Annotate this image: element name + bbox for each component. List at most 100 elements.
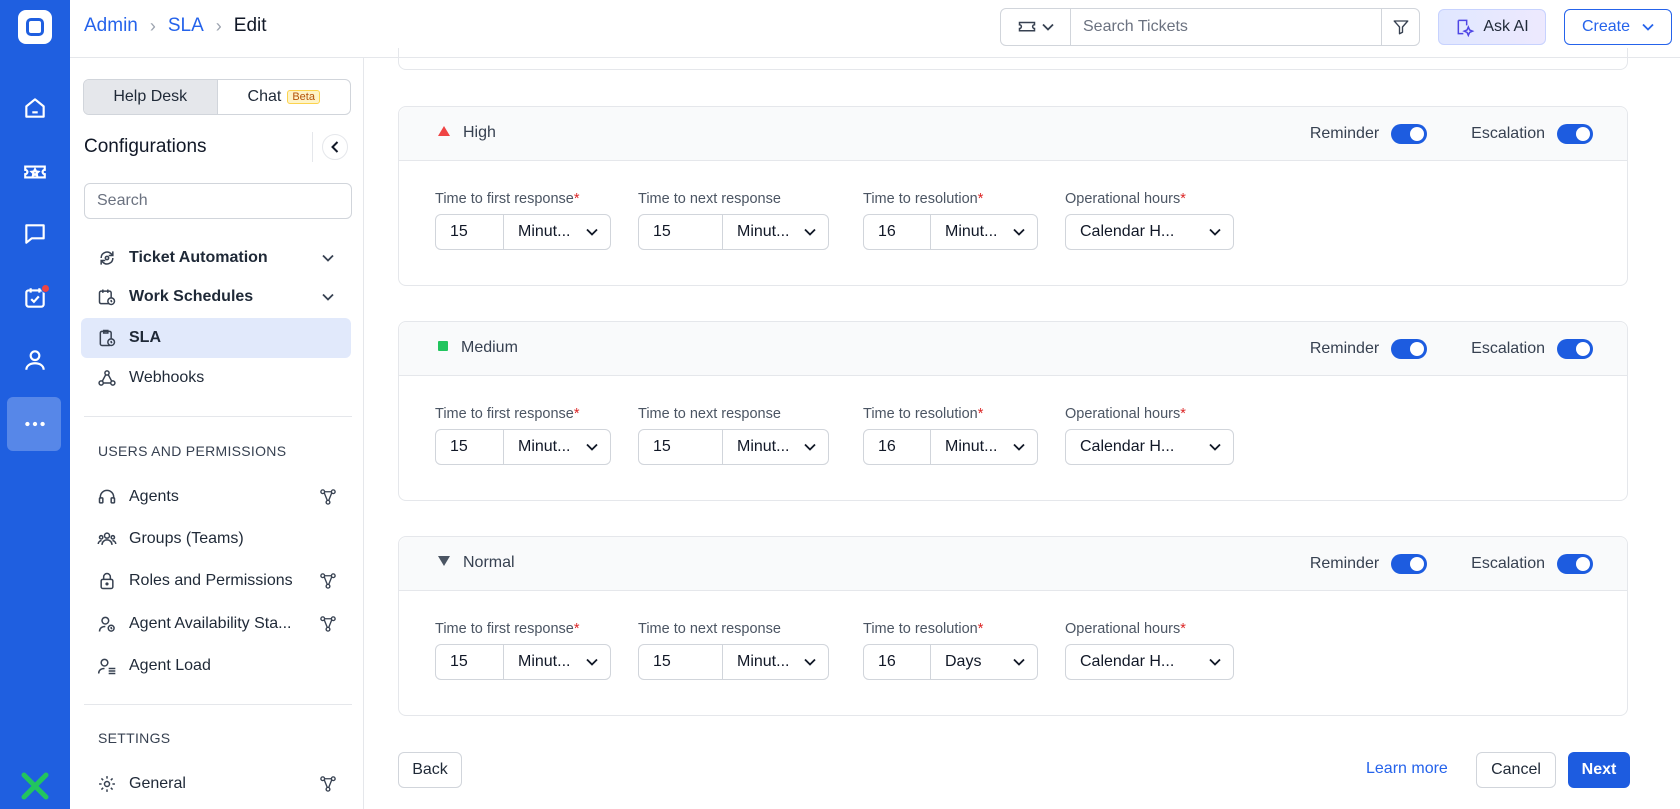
breadcrumb-admin[interactable]: Admin bbox=[84, 15, 138, 37]
sidebar-search-input[interactable] bbox=[84, 183, 352, 219]
sidebar-item-roles[interactable]: Roles and Permissions bbox=[81, 561, 351, 601]
ticket-icon[interactable] bbox=[0, 148, 70, 196]
channel-switch: Help Desk Chat Beta bbox=[83, 79, 351, 115]
create-button[interactable]: Create bbox=[1564, 9, 1672, 45]
first-response-unit-select[interactable]: Minut... bbox=[504, 430, 610, 464]
next-response-unit-select[interactable]: Minut... bbox=[723, 645, 828, 679]
resolution-value-input[interactable]: 16 bbox=[864, 215, 931, 249]
unit-value: Minut... bbox=[945, 223, 998, 240]
sidebar-item-label: Agent Load bbox=[129, 657, 211, 674]
next-response-control: 15 Minut... bbox=[638, 644, 829, 680]
sidebar-item-agents[interactable]: Agents bbox=[81, 477, 351, 517]
more-icon[interactable] bbox=[0, 397, 70, 451]
chevron-down-icon bbox=[804, 228, 816, 236]
ask-ai-button[interactable]: Ask AI bbox=[1438, 9, 1546, 45]
priority-marker-icon bbox=[437, 554, 451, 572]
escalation-toggle[interactable] bbox=[1557, 339, 1593, 359]
user-status-icon bbox=[97, 614, 117, 634]
breadcrumb-sla[interactable]: SLA bbox=[168, 15, 204, 37]
filter-icon[interactable] bbox=[1381, 9, 1419, 45]
required-mark: * bbox=[1180, 621, 1186, 637]
notification-dot bbox=[41, 284, 50, 293]
chevron-down-icon bbox=[319, 288, 337, 306]
first-response-unit-select[interactable]: Minut... bbox=[504, 215, 610, 249]
sidebar-item-agent-load[interactable]: Agent Load bbox=[81, 646, 351, 686]
escalation-toggle[interactable] bbox=[1557, 124, 1593, 144]
priority-header: Normal Reminder Escalation bbox=[399, 537, 1627, 591]
config-sidebar: Help Desk Chat Beta Configurations Ticke… bbox=[70, 58, 364, 809]
cancel-button[interactable]: Cancel bbox=[1476, 752, 1556, 788]
sla-fields: Time to first response* 15 Minut... Time… bbox=[435, 191, 1435, 251]
sidebar-item-groups[interactable]: Groups (Teams) bbox=[81, 519, 351, 559]
sidebar-item-work-schedules[interactable]: Work Schedules bbox=[81, 277, 351, 317]
first-response-label: Time to first response bbox=[435, 621, 574, 637]
next-response-field: Time to next response 15 Minut... bbox=[638, 406, 829, 465]
priority-name: Normal bbox=[437, 554, 515, 572]
first-response-unit-select[interactable]: Minut... bbox=[504, 645, 610, 679]
next-response-value-input[interactable]: 15 bbox=[639, 215, 723, 249]
tab-help-desk[interactable]: Help Desk bbox=[84, 80, 218, 114]
reminder-label: Reminder bbox=[1309, 555, 1380, 572]
resolution-unit-select[interactable]: Minut... bbox=[931, 215, 1037, 249]
first-response-value-input[interactable]: 15 bbox=[436, 645, 504, 679]
sidebar-item-sla[interactable]: SLA bbox=[81, 318, 351, 358]
back-button[interactable]: Back bbox=[398, 752, 462, 788]
sidebar-item-webhooks[interactable]: Webhooks bbox=[81, 358, 351, 398]
search-type-dropdown[interactable] bbox=[1001, 9, 1071, 45]
app-logo[interactable] bbox=[18, 10, 52, 44]
chevron-down-icon bbox=[1209, 443, 1221, 451]
calendar-clock-icon bbox=[97, 287, 117, 307]
sidebar-title: Configurations bbox=[84, 136, 207, 157]
operational-hours-select[interactable]: Calendar H... bbox=[1065, 429, 1234, 465]
unit-value: Minut... bbox=[518, 653, 571, 670]
sla-editor: High Reminder Escalation Time to first r… bbox=[364, 48, 1680, 809]
reminder-toggle[interactable] bbox=[1391, 339, 1428, 359]
escalation-toggle[interactable] bbox=[1557, 554, 1593, 574]
user-icon[interactable] bbox=[0, 336, 70, 384]
next-response-unit-select[interactable]: Minut... bbox=[723, 215, 828, 249]
resolution-unit-select[interactable]: Days bbox=[931, 645, 1037, 679]
reminder-toggle[interactable] bbox=[1391, 554, 1428, 574]
first-response-control: 15 Minut... bbox=[435, 429, 611, 465]
required-mark: * bbox=[573, 406, 580, 422]
next-response-value-input[interactable]: 15 bbox=[639, 645, 723, 679]
sidebar-item-general[interactable]: General bbox=[81, 764, 351, 804]
chevron-down-icon bbox=[1013, 228, 1025, 236]
learn-more-link[interactable]: Learn more bbox=[1366, 760, 1448, 778]
sidebar-item-agent-availability[interactable]: Agent Availability Sta... bbox=[81, 604, 351, 644]
breadcrumb-separator-icon: › bbox=[149, 15, 156, 36]
next-button[interactable]: Next bbox=[1568, 752, 1630, 788]
unit-value: Days bbox=[945, 653, 982, 670]
search-input[interactable] bbox=[1071, 10, 1381, 44]
divider bbox=[84, 704, 352, 705]
sidebar-item-ticket-automation[interactable]: Ticket Automation bbox=[81, 238, 351, 278]
chevron-down-icon bbox=[319, 249, 337, 267]
next-response-value-input[interactable]: 15 bbox=[639, 430, 723, 464]
first-response-field: Time to first response* 15 Minut... bbox=[435, 191, 611, 250]
resolution-value-input[interactable]: 16 bbox=[864, 430, 931, 464]
tab-chat[interactable]: Chat Beta bbox=[218, 80, 351, 114]
resolution-value-input[interactable]: 16 bbox=[864, 645, 931, 679]
priority-name: Medium bbox=[437, 339, 518, 357]
section-users-permissions: USERS AND PERMISSIONS bbox=[98, 443, 287, 459]
sla-fields: Time to first response* 15 Minut... Time… bbox=[435, 406, 1435, 466]
chat-icon[interactable] bbox=[0, 210, 70, 258]
operational-hours-select[interactable]: Calendar H... bbox=[1065, 214, 1234, 250]
sidebar-item-label: Roles and Permissions bbox=[129, 572, 293, 589]
previous-card-edge bbox=[398, 48, 1628, 70]
first-response-value-input[interactable]: 15 bbox=[436, 430, 504, 464]
sidebar-item-label: SLA bbox=[129, 329, 161, 346]
resolution-unit-select[interactable]: Minut... bbox=[931, 430, 1037, 464]
user-list-icon bbox=[97, 656, 117, 676]
first-response-field: Time to first response* 15 Minut... bbox=[435, 621, 611, 680]
home-icon[interactable] bbox=[0, 84, 70, 132]
task-calendar-icon[interactable] bbox=[0, 274, 70, 322]
operational-hours-select[interactable]: Calendar H... bbox=[1065, 644, 1234, 680]
reminder-toggle[interactable] bbox=[1391, 124, 1428, 144]
sidebar-item-label: Agent Availability Sta... bbox=[129, 615, 292, 632]
next-response-unit-select[interactable]: Minut... bbox=[723, 430, 828, 464]
first-response-value-input[interactable]: 15 bbox=[436, 215, 504, 249]
collapse-sidebar-button[interactable] bbox=[322, 134, 348, 160]
sidebar-item-label: Groups (Teams) bbox=[129, 530, 244, 547]
operational-hours-label: Operational hours bbox=[1065, 406, 1181, 422]
